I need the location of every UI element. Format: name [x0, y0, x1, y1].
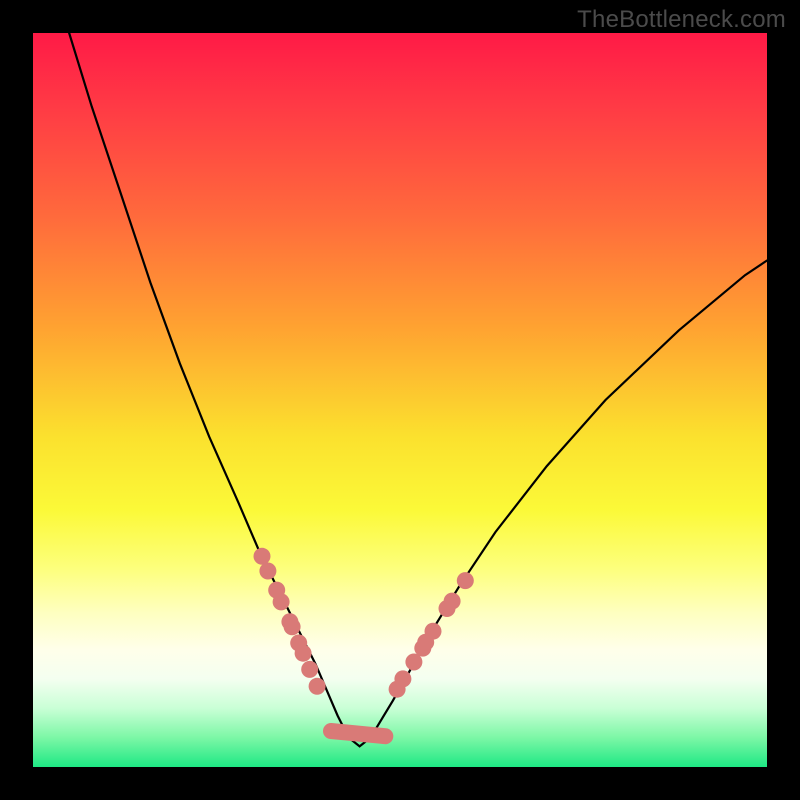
data-point [444, 593, 461, 610]
left-curve-points [254, 548, 326, 695]
data-point [295, 645, 312, 662]
data-point [301, 661, 318, 678]
data-point [259, 563, 276, 580]
bottleneck-curve [62, 11, 767, 746]
watermark-text: TheBottleneck.com [577, 6, 786, 34]
right-curve-points [389, 572, 474, 698]
data-point [425, 623, 442, 640]
data-point [284, 618, 301, 635]
plot-overlay [33, 33, 767, 767]
data-point [457, 572, 474, 589]
data-point [394, 670, 411, 687]
data-point [309, 678, 326, 695]
chart-frame: TheBottleneck.com [0, 0, 800, 800]
data-point [254, 548, 271, 565]
trough-point-band [331, 731, 385, 736]
data-point [273, 593, 290, 610]
